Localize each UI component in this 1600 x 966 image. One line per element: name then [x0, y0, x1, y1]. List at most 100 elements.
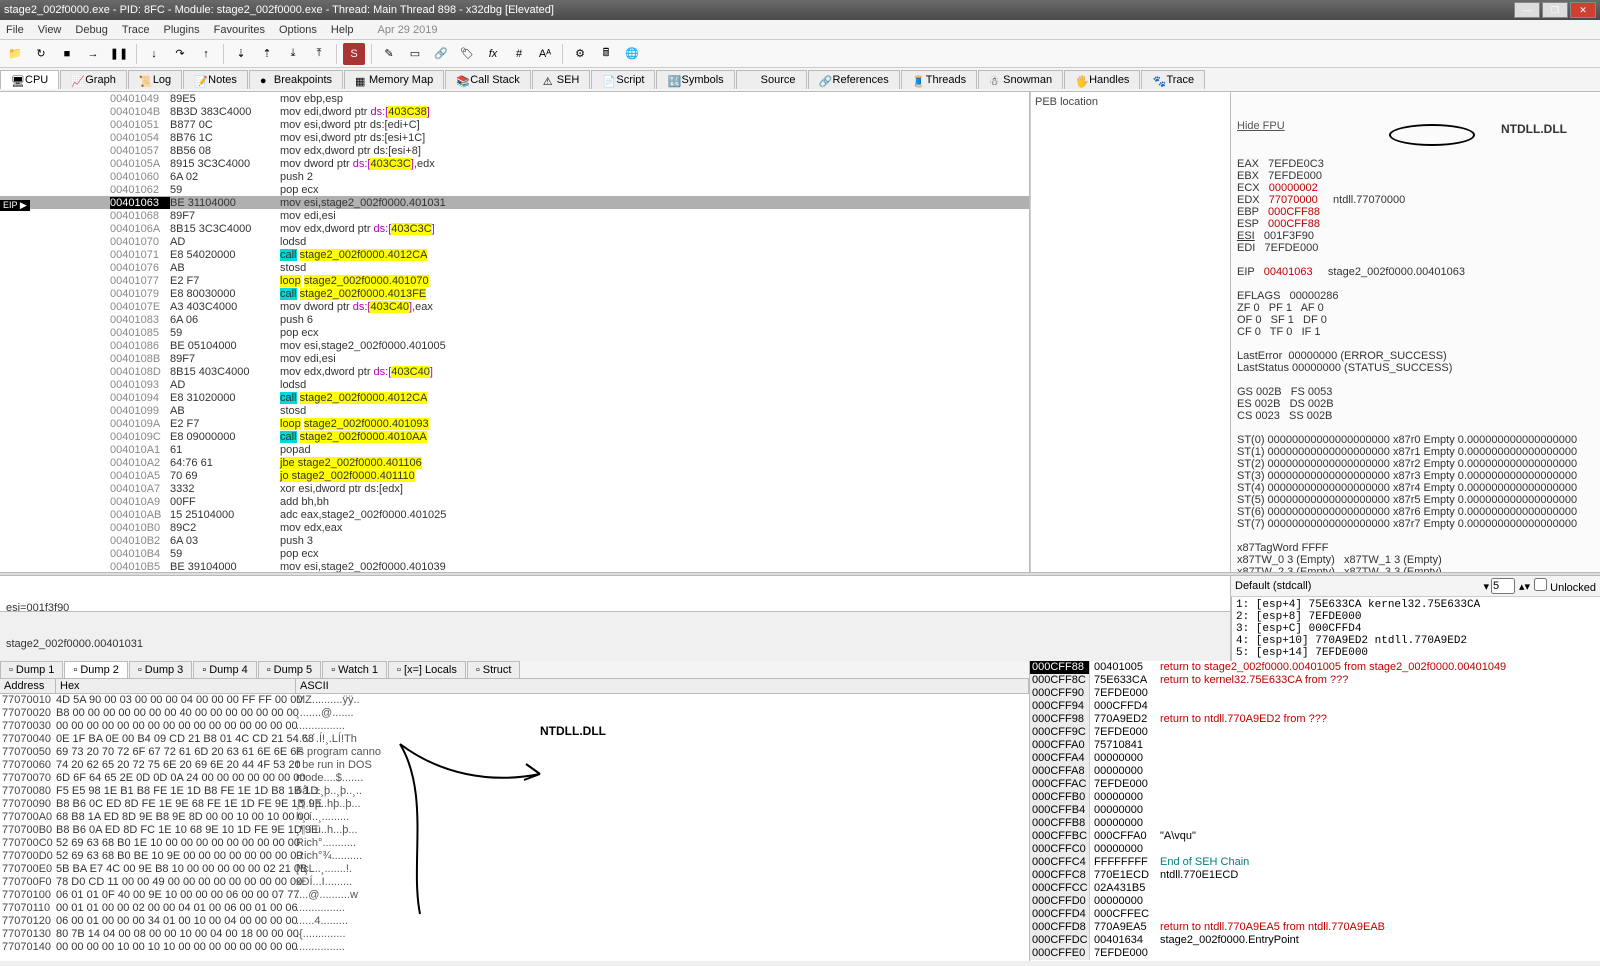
disasm-row[interactable]: 00401094E8 31020000call stage2_002f0000.…: [0, 391, 1029, 404]
az-icon[interactable]: Aᴬ: [534, 43, 556, 65]
step-out-icon[interactable]: ↑: [195, 43, 217, 65]
menu-trace[interactable]: Trace: [122, 24, 150, 36]
step-into-icon[interactable]: ↓: [143, 43, 165, 65]
chevron-down-icon[interactable]: ▾: [1484, 580, 1490, 593]
disasm-row[interactable]: 00401051B877 0Cmov esi,dword ptr ds:[edi…: [0, 118, 1029, 131]
disasm-row[interactable]: 004010A570 69jo stage2_002f0000.401110: [0, 469, 1029, 482]
dump-tab-dump-1[interactable]: ▫Dump 1: [0, 661, 63, 678]
disasm-row[interactable]: 0040109CE8 09000000call stage2_002f0000.…: [0, 430, 1029, 443]
disasm-row[interactable]: 0040109AE2 F7loop stage2_002f0000.401093: [0, 417, 1029, 430]
disassembly-view[interactable]: EIP ▶ 0040104989E5mov ebp,esp0040104B8B3…: [0, 92, 1030, 572]
stack-row[interactable]: 000CFFBC000CFFA0"A\vqu": [1030, 830, 1600, 843]
dump-body[interactable]: NTDLL.DLL 770700104D 5A 90 00 03 00 00 0…: [0, 694, 1029, 961]
tab-symbols[interactable]: 🔣Symbols: [656, 70, 734, 89]
minimize-button[interactable]: —: [1514, 2, 1540, 18]
disasm-row[interactable]: 00401099ABstosd: [0, 404, 1029, 417]
menu-view[interactable]: View: [38, 24, 62, 36]
disasm-row[interactable]: 0040106889F7mov edi,esi: [0, 209, 1029, 222]
stack-body[interactable]: 000CFF8800401005return to stage2_002f000…: [1030, 661, 1600, 961]
bookmark-icon[interactable]: 🏷: [456, 43, 478, 65]
disasm-row[interactable]: 0040107EA3 403C4000mov dword ptr ds:[403…: [0, 300, 1029, 313]
disasm-row[interactable]: 0040106259pop ecx: [0, 183, 1029, 196]
tab-graph[interactable]: 📈Graph: [60, 70, 127, 89]
stack-row[interactable]: 000CFFE07EFDE000: [1030, 947, 1600, 960]
stack-row[interactable]: 000CFFDC00401634stage2_002f0000.EntryPoi…: [1030, 934, 1600, 947]
dump-row[interactable]: 770700B0B8 B6 0A ED 8D FC 1E 10 68 9E 10…: [0, 824, 1029, 837]
menu-file[interactable]: File: [6, 24, 24, 36]
comment-icon[interactable]: ▭: [404, 43, 426, 65]
dump-row[interactable]: 77070090B8 B6 0C ED 8D FE 1E 9E 68 FE 1E…: [0, 798, 1029, 811]
stack-row[interactable]: 000CFF8800401005return to stage2_002f000…: [1030, 661, 1600, 674]
tab-cpu[interactable]: 🖥CPU: [0, 70, 59, 89]
disasm-row[interactable]: 004010B26A 03push 3: [0, 534, 1029, 547]
hash-icon[interactable]: #: [508, 43, 530, 65]
disasm-row[interactable]: 0040104B8B3D 383C4000mov edi,dword ptr d…: [0, 105, 1029, 118]
dump-row[interactable]: 7707013080 7B 14 04 00 08 00 00 10 00 04…: [0, 928, 1029, 941]
disasm-row[interactable]: 00401076ABstosd: [0, 261, 1029, 274]
disasm-row[interactable]: 004010578B56 08mov edx,dword ptr ds:[esi…: [0, 144, 1029, 157]
stack-row[interactable]: 000CFFD4000CFFEC: [1030, 908, 1600, 921]
stack-row[interactable]: 000CFFC4FFFFFFFFEnd of SEH Chain: [1030, 856, 1600, 869]
tab-memory-map[interactable]: ▦Memory Map: [344, 70, 444, 89]
tab-script[interactable]: 📄Script: [591, 70, 655, 89]
restart-icon[interactable]: ↻: [30, 43, 52, 65]
menu-help[interactable]: Help: [331, 24, 354, 36]
tab-log[interactable]: 📜Log: [128, 70, 182, 89]
stack-row[interactable]: 000CFF9C7EFDE000: [1030, 726, 1600, 739]
dump-row[interactable]: 770700E05B BA E7 4C 00 9E B8 10 00 00 00…: [0, 863, 1029, 876]
tab-handles[interactable]: 🖐Handles: [1064, 70, 1140, 89]
arg-count-input[interactable]: [1491, 578, 1515, 594]
run-till-ret-icon[interactable]: ⤒: [308, 43, 330, 65]
dump-row[interactable]: 7707003000 00 00 00 00 00 00 00 00 00 00…: [0, 720, 1029, 733]
dump-tab--x-locals[interactable]: ▫[x=] Locals: [388, 661, 466, 678]
label-icon[interactable]: 🔗: [430, 43, 452, 65]
stack-row[interactable]: 000CFFA075710841: [1030, 739, 1600, 752]
tab-threads[interactable]: 🧵Threads: [901, 70, 977, 89]
tab-source[interactable]: Source: [736, 70, 807, 89]
disasm-row[interactable]: 004010A73332xor esi,dword ptr ds:[edx]: [0, 482, 1029, 495]
dump-row[interactable]: 7707010006 01 01 0F 40 00 9E 10 00 00 00…: [0, 889, 1029, 902]
dump-tab-watch-1[interactable]: ▫Watch 1: [322, 661, 387, 678]
disasm-row[interactable]: 00401071E8 54020000call stage2_002f0000.…: [0, 248, 1029, 261]
stack-row[interactable]: 000CFFA800000000: [1030, 765, 1600, 778]
stack-row[interactable]: 000CFFB800000000: [1030, 817, 1600, 830]
disasm-row[interactable]: 0040106A8B15 3C3C4000mov edx,dword ptr d…: [0, 222, 1029, 235]
disasm-row[interactable]: 0040105A8915 3C3C4000mov dword ptr ds:[4…: [0, 157, 1029, 170]
dump-row[interactable]: 770700706D 6F 64 65 2E 0D 0D 0A 24 00 00…: [0, 772, 1029, 785]
disasm-row[interactable]: 00401086BE 05104000mov esi,stage2_002f00…: [0, 339, 1029, 352]
menu-options[interactable]: Options: [279, 24, 317, 36]
disasm-row[interactable]: 0040108559pop ecx: [0, 326, 1029, 339]
dump-row[interactable]: 7707012006 00 01 00 00 00 34 01 00 10 00…: [0, 915, 1029, 928]
disasm-row[interactable]: 00401077E2 F7loop stage2_002f0000.401070: [0, 274, 1029, 287]
patch-icon[interactable]: ✎: [378, 43, 400, 65]
disasm-row[interactable]: 004010A161popad: [0, 443, 1029, 456]
stack-row[interactable]: 000CFFC000000000: [1030, 843, 1600, 856]
dump-tab-dump-5[interactable]: ▫Dump 5: [258, 661, 321, 678]
run-icon[interactable]: →: [82, 43, 104, 65]
maximize-button[interactable]: ❐: [1542, 2, 1568, 18]
fx-icon[interactable]: fx: [482, 43, 504, 65]
stack-row[interactable]: 000CFF94000CFFD4: [1030, 700, 1600, 713]
menu-plugins[interactable]: Plugins: [164, 24, 200, 36]
tab-breakpoints[interactable]: ●Breakpoints: [249, 70, 343, 89]
arguments-view[interactable]: 1: [esp+4] 75E633CA kernel32.75E633CA 2:…: [1231, 597, 1600, 661]
disasm-row[interactable]: 004010B089C2mov edx,eax: [0, 521, 1029, 534]
pause-icon[interactable]: ❚❚: [108, 43, 130, 65]
stack-row[interactable]: 000CFFB000000000: [1030, 791, 1600, 804]
disasm-row[interactable]: 004010836A 06push 6: [0, 313, 1029, 326]
registers-panel[interactable]: Hide FPU EAX 7EFDE0C3 EBX 7EFDE000 ECX 0…: [1230, 92, 1600, 572]
disasm-row[interactable]: 004010548B76 1Cmov esi,dword ptr ds:[esi…: [0, 131, 1029, 144]
tab-notes[interactable]: 📝Notes: [183, 70, 248, 89]
disasm-row[interactable]: 0040108D8B15 403C4000mov edx,dword ptr d…: [0, 365, 1029, 378]
menu-debug[interactable]: Debug: [75, 24, 107, 36]
trace-into-icon[interactable]: ⇣: [230, 43, 252, 65]
stack-row[interactable]: 000CFFB400000000: [1030, 804, 1600, 817]
online-icon[interactable]: 🌐: [621, 43, 643, 65]
open-icon[interactable]: 📁: [4, 43, 26, 65]
col-address[interactable]: Address: [0, 679, 56, 693]
dump-row[interactable]: 770700400E 1F BA 0E 00 B4 09 CD 21 B8 01…: [0, 733, 1029, 746]
dump-row[interactable]: 77070020B8 00 00 00 00 00 00 00 40 00 00…: [0, 707, 1029, 720]
unlocked-checkbox[interactable]: Unlocked: [1534, 578, 1596, 594]
stop-icon[interactable]: ■: [56, 43, 78, 65]
stack-row[interactable]: 000CFF8C75E633CAreturn to kernel32.75E63…: [1030, 674, 1600, 687]
